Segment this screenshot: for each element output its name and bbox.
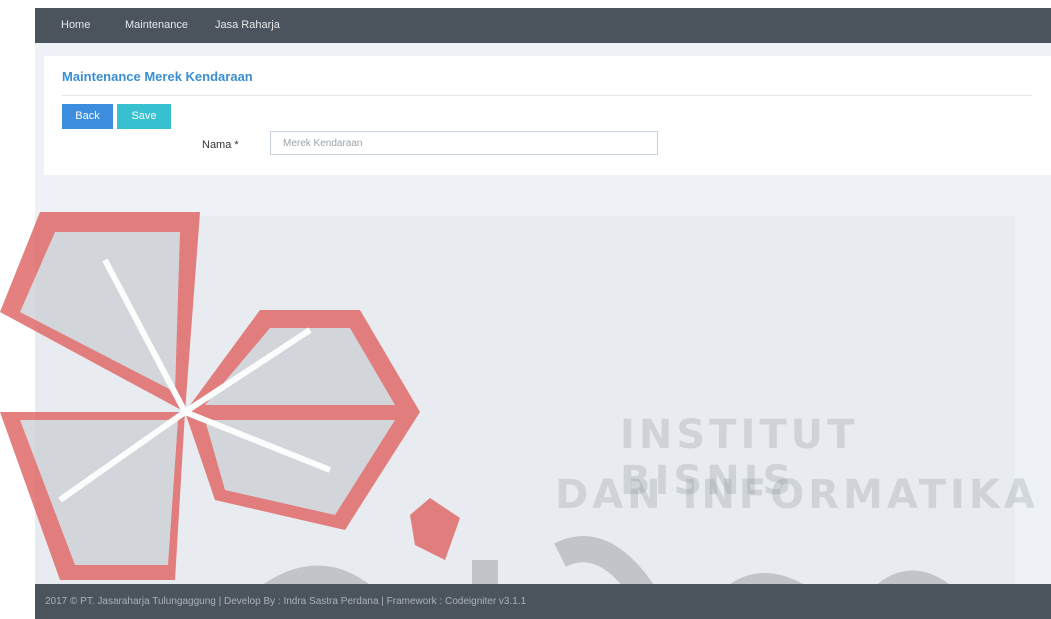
back-button[interactable]: Back xyxy=(62,104,113,129)
top-navbar: Home Maintenance Jasa Raharja xyxy=(35,8,1051,43)
merek-kendaraan-input[interactable] xyxy=(270,131,658,155)
watermark-line2: DAN INFORMATIKA xyxy=(555,472,1039,518)
app-window: Home Maintenance Jasa Raharja Maintenanc… xyxy=(35,8,1051,619)
title-divider xyxy=(62,95,1032,96)
save-button[interactable]: Save xyxy=(117,104,171,129)
maintenance-panel: Maintenance Merek Kendaraan Back Save Na… xyxy=(44,56,1051,175)
page-title: Maintenance Merek Kendaraan xyxy=(62,69,253,84)
nav-maintenance[interactable]: Maintenance xyxy=(125,8,188,43)
nama-label: Nama * xyxy=(202,139,239,151)
footer-text: 2017 © PT. Jasaraharja Tulungaggung | De… xyxy=(45,596,527,607)
nav-jasa-raharja[interactable]: Jasa Raharja xyxy=(215,8,280,43)
content-background xyxy=(35,216,1015,584)
nav-home[interactable]: Home xyxy=(61,8,90,43)
footer: 2017 © PT. Jasaraharja Tulungaggung | De… xyxy=(35,584,1051,619)
